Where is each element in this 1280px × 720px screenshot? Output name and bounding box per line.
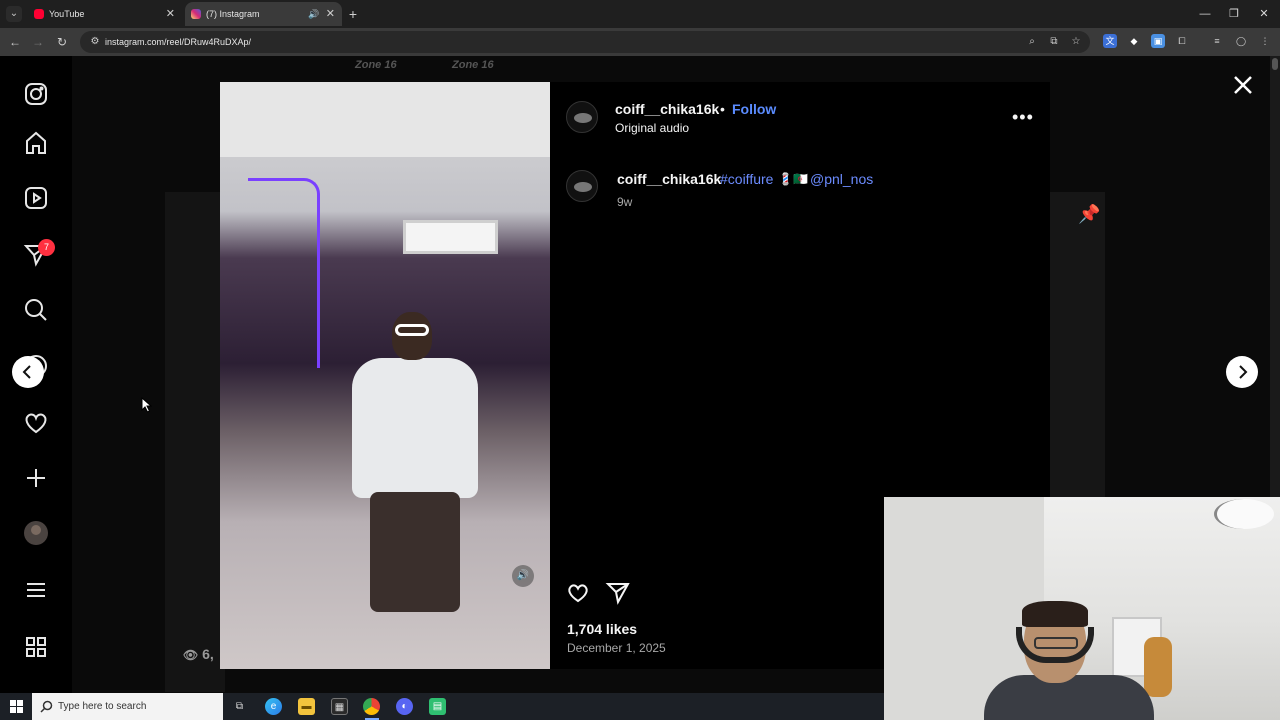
diamond-extension-icon[interactable]: ◆ bbox=[1127, 34, 1141, 48]
extensions-puzzle-icon[interactable]: ⧠ bbox=[1175, 34, 1189, 48]
tab-search-icon[interactable]: ⌄ bbox=[6, 6, 22, 22]
instagram-logo-icon[interactable] bbox=[20, 78, 52, 110]
close-modal-icon[interactable] bbox=[1230, 72, 1256, 98]
discord-icon[interactable]: ◐ bbox=[396, 698, 413, 715]
forward-arrow-icon[interactable]: → bbox=[28, 32, 48, 52]
search-icon[interactable] bbox=[20, 294, 52, 326]
webcam-scene bbox=[1214, 499, 1274, 529]
site-info-icon[interactable]: ⚙ bbox=[87, 34, 103, 50]
windows-logo-icon bbox=[10, 700, 23, 713]
youtube-favicon-icon bbox=[34, 9, 44, 19]
browser-toolbar: ← → ↻ ⚙ instagram.com/reel/DRuw4RuDXAp/ … bbox=[0, 28, 1280, 56]
view-count-text: 6, bbox=[202, 646, 214, 662]
microsoft-store-icon[interactable]: ▦ bbox=[331, 698, 348, 715]
more-options-icon[interactable]: ••• bbox=[1012, 107, 1034, 128]
tab-close-icon[interactable]: ✕ bbox=[166, 2, 175, 26]
audio-link[interactable]: Original audio bbox=[615, 121, 689, 135]
address-bar[interactable]: ⚙ instagram.com/reel/DRuw4RuDXAp/ ⌕ ⧉ ☆ bbox=[80, 31, 1090, 53]
share-icon[interactable] bbox=[605, 579, 631, 605]
webcam-overlay bbox=[884, 497, 1280, 720]
background-post-left bbox=[165, 192, 225, 692]
mouse-cursor-icon bbox=[141, 397, 153, 413]
video-scene bbox=[220, 82, 550, 157]
taskbar-search-placeholder: Type here to search bbox=[58, 701, 147, 712]
tab-close-icon[interactable]: ✕ bbox=[326, 2, 335, 26]
back-arrow-icon[interactable]: ← bbox=[5, 32, 25, 52]
caption-emoji: 💈🇩🇿 bbox=[778, 172, 808, 186]
file-explorer-icon[interactable]: ▬ bbox=[298, 698, 315, 715]
webcam-person bbox=[984, 675, 1154, 720]
minimize-icon[interactable]: — bbox=[1190, 0, 1220, 28]
background-text: Zone 16 bbox=[355, 59, 397, 71]
restore-icon[interactable]: ❐ bbox=[1219, 0, 1249, 28]
caption-avatar[interactable] bbox=[566, 170, 598, 202]
author-username[interactable]: coiff__chika16k bbox=[615, 101, 719, 117]
heart-icon[interactable] bbox=[20, 406, 52, 438]
reels-icon[interactable] bbox=[20, 182, 52, 214]
follow-button[interactable]: Follow bbox=[732, 101, 776, 117]
post-time-ago[interactable]: 9w bbox=[617, 195, 632, 209]
apps-grid-icon[interactable] bbox=[20, 631, 52, 663]
reel-video[interactable]: 🔊 bbox=[220, 82, 550, 669]
like-heart-icon[interactable] bbox=[565, 579, 591, 605]
author-avatar[interactable] bbox=[566, 101, 598, 133]
windows-taskbar: Type here to search ⧉ e ▬ ▦ ◐ ▤ bbox=[0, 693, 884, 720]
image-extension-icon[interactable]: ▣ bbox=[1151, 34, 1165, 48]
instagram-favicon-icon bbox=[191, 9, 201, 19]
tab-youtube[interactable]: YouTube ✕ bbox=[28, 2, 182, 26]
translate-extension-icon[interactable]: 文 bbox=[1103, 34, 1117, 48]
window-close-icon[interactable]: ✕ bbox=[1249, 0, 1279, 28]
background-text: Zone 16 bbox=[452, 59, 494, 71]
menu-hamburger-icon[interactable] bbox=[20, 574, 52, 606]
caption-username[interactable]: coiff__chika16k bbox=[617, 171, 721, 187]
audio-toggle-icon[interactable]: 🔊 bbox=[512, 565, 534, 587]
taskbar-search-box[interactable]: Type here to search bbox=[32, 693, 223, 720]
previous-post-button[interactable] bbox=[12, 356, 44, 388]
create-plus-icon[interactable] bbox=[20, 462, 52, 494]
browser-menu-icon[interactable]: ⋮ bbox=[1258, 34, 1272, 48]
task-view-icon[interactable]: ⧉ bbox=[231, 698, 248, 715]
windows-start-button[interactable] bbox=[0, 693, 32, 720]
video-person bbox=[330, 312, 500, 612]
video-scene bbox=[248, 178, 320, 368]
zoom-icon[interactable]: ⌕ bbox=[1024, 34, 1040, 50]
reload-icon[interactable]: ↻ bbox=[52, 32, 72, 52]
eye-icon: 👁 bbox=[183, 648, 199, 662]
address-url[interactable]: instagram.com/reel/DRuw4RuDXAp/ bbox=[105, 31, 251, 53]
bookmark-star-icon[interactable]: ☆ bbox=[1068, 34, 1084, 50]
tab-instagram[interactable]: (7) Instagram 🔊 ✕ bbox=[185, 2, 342, 26]
separator-dot: • bbox=[720, 101, 725, 117]
home-icon[interactable] bbox=[20, 127, 52, 159]
pin-icon: 📌 bbox=[1078, 204, 1101, 224]
likes-count[interactable]: 1,704 likes bbox=[567, 621, 637, 637]
edge-browser-icon[interactable]: e bbox=[265, 698, 282, 715]
next-post-button[interactable] bbox=[1226, 356, 1258, 388]
video-scene bbox=[403, 220, 498, 254]
media-controls-icon[interactable]: ≡ bbox=[1210, 34, 1224, 48]
install-app-icon[interactable]: ⧉ bbox=[1046, 34, 1062, 50]
tab-audio-icon[interactable]: 🔊 bbox=[308, 2, 319, 26]
profile-avatar[interactable] bbox=[20, 517, 52, 549]
tab-title: (7) Instagram bbox=[206, 9, 260, 19]
new-tab-button[interactable]: + bbox=[346, 3, 360, 25]
caption-mention[interactable]: @pnl_nos bbox=[810, 171, 873, 187]
tab-title: YouTube bbox=[49, 9, 85, 19]
post-date: December 1, 2025 bbox=[567, 641, 666, 655]
app-icon[interactable]: ▤ bbox=[429, 698, 446, 715]
browser-tab-bar: ⌄ YouTube ✕ (7) Instagram 🔊 ✕ + — ❐ ✕ bbox=[0, 0, 1280, 28]
caption-hashtag[interactable]: #coiffure bbox=[720, 171, 773, 187]
profile-icon[interactable]: ◯ bbox=[1234, 34, 1248, 48]
notification-badge: 7 bbox=[38, 239, 55, 256]
background-view-count: 👁 6, bbox=[183, 646, 214, 662]
search-icon bbox=[40, 700, 53, 713]
chrome-browser-icon[interactable] bbox=[363, 698, 380, 715]
